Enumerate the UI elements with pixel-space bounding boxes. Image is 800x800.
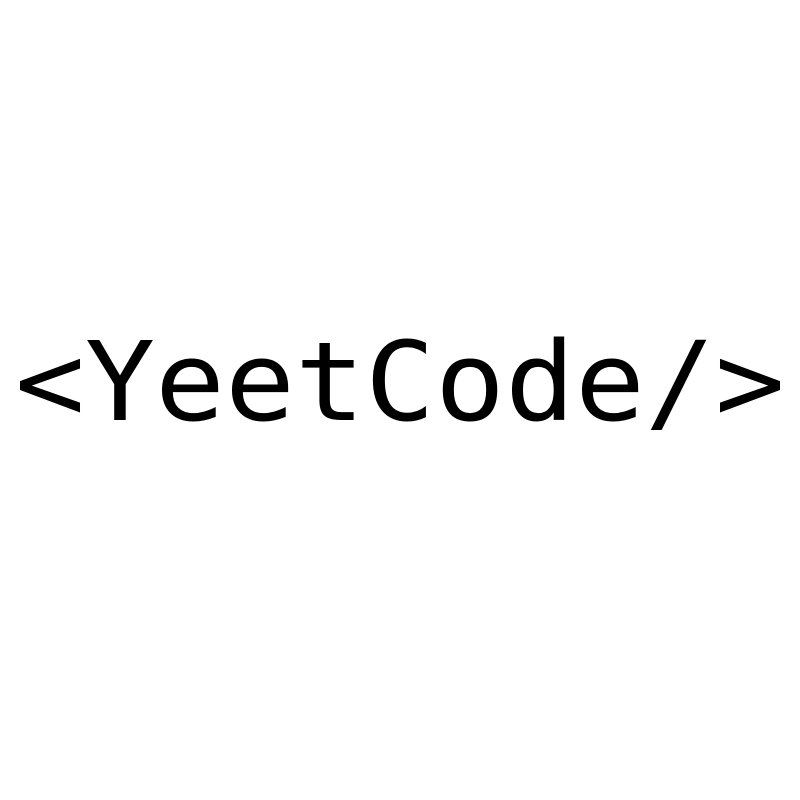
logo-wordmark: <YeetCode/> — [15, 318, 785, 446]
yeetcode-logo: <YeetCode/> — [15, 318, 785, 446]
logo-canvas: <YeetCode/> — [0, 0, 800, 800]
